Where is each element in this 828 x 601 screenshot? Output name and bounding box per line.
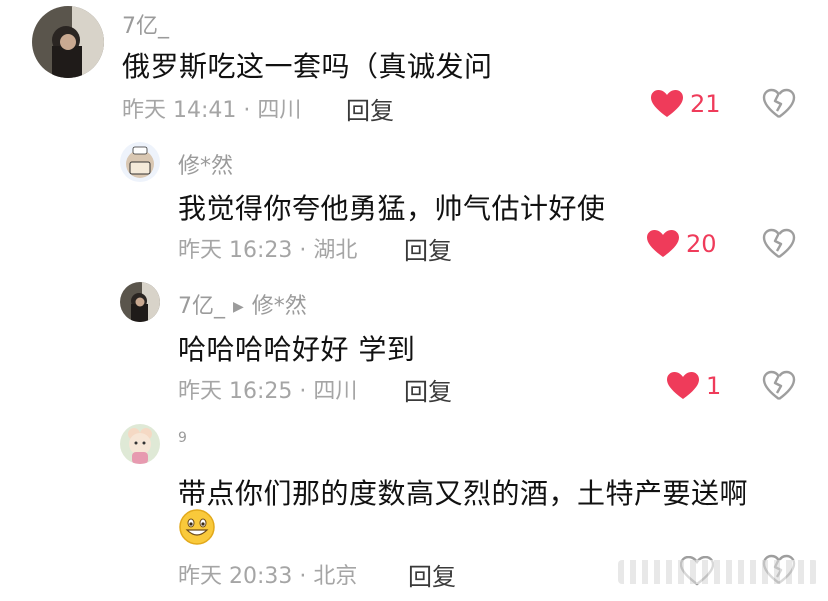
dislike-button[interactable] bbox=[762, 228, 796, 264]
comment-meta: 昨天 14:41 · 四川 bbox=[122, 98, 302, 123]
reply-button[interactable]: 回复 bbox=[404, 231, 452, 266]
broken-heart-icon bbox=[762, 88, 796, 118]
like-count: 20 bbox=[686, 230, 717, 258]
avatar[interactable] bbox=[120, 142, 160, 182]
reply-button[interactable]: 回复 bbox=[404, 372, 452, 407]
heart-filled-icon bbox=[651, 90, 683, 117]
avatar[interactable] bbox=[120, 424, 160, 464]
watermark bbox=[618, 560, 818, 584]
like-count: 21 bbox=[690, 90, 721, 118]
like-button[interactable]: 20 bbox=[646, 229, 717, 259]
broken-heart-icon bbox=[762, 228, 796, 258]
avatar[interactable] bbox=[120, 282, 160, 322]
dislike-button[interactable] bbox=[762, 88, 796, 124]
reply-button[interactable]: 回复 bbox=[346, 91, 394, 126]
username[interactable]: 修*然 bbox=[178, 148, 233, 180]
username[interactable]: 7亿_ ▶ 修*然 bbox=[178, 288, 307, 320]
comment-text: 带点你们那的度数高又烈的酒，土特产要送啊 bbox=[178, 477, 749, 510]
comment-item: 修*然 我觉得你夸他勇猛，帅气估计好使 昨天 16:23 · 湖北 回复 20 bbox=[0, 140, 828, 280]
heart-filled-icon bbox=[647, 230, 679, 257]
comment-meta: 昨天 16:25 · 四川 bbox=[178, 379, 358, 404]
broken-heart-icon bbox=[762, 370, 796, 400]
reply-target[interactable]: 修*然 bbox=[252, 294, 307, 319]
comment-meta: 昨天 16:23 · 湖北 bbox=[178, 238, 358, 263]
like-button[interactable]: 1 bbox=[666, 371, 721, 401]
comment-item: 7亿_ ▶ 修*然 哈哈哈哈好好 学到 昨天 16:25 · 四川 回复 1 bbox=[0, 280, 828, 420]
heart-filled-icon bbox=[667, 372, 699, 399]
username[interactable]: 7亿_ bbox=[122, 8, 169, 40]
reply-button[interactable]: 回复 bbox=[408, 557, 456, 592]
dislike-button[interactable] bbox=[762, 370, 796, 406]
like-button[interactable]: 21 bbox=[650, 89, 721, 119]
comment-text: 我觉得你夸他勇猛，帅气估计好使 bbox=[178, 192, 606, 225]
comment-text: 俄罗斯吃这一套吗（真诚发问 bbox=[122, 50, 493, 83]
comment-meta: 昨天 20:33 · 北京 bbox=[178, 564, 358, 589]
reply-arrow-icon: ▶ bbox=[233, 299, 244, 315]
comment-text: 哈哈哈哈好好 学到 bbox=[178, 333, 416, 366]
grinning-face-emoji-icon bbox=[178, 508, 216, 546]
comment-item: 7亿_ 俄罗斯吃这一套吗（真诚发问 昨天 14:41 · 四川 回复 21 bbox=[0, 0, 828, 140]
avatar[interactable] bbox=[32, 6, 104, 78]
like-count: 1 bbox=[706, 372, 722, 400]
username[interactable]: 9 bbox=[178, 430, 187, 446]
reply-author[interactable]: 7亿_ bbox=[178, 294, 225, 319]
